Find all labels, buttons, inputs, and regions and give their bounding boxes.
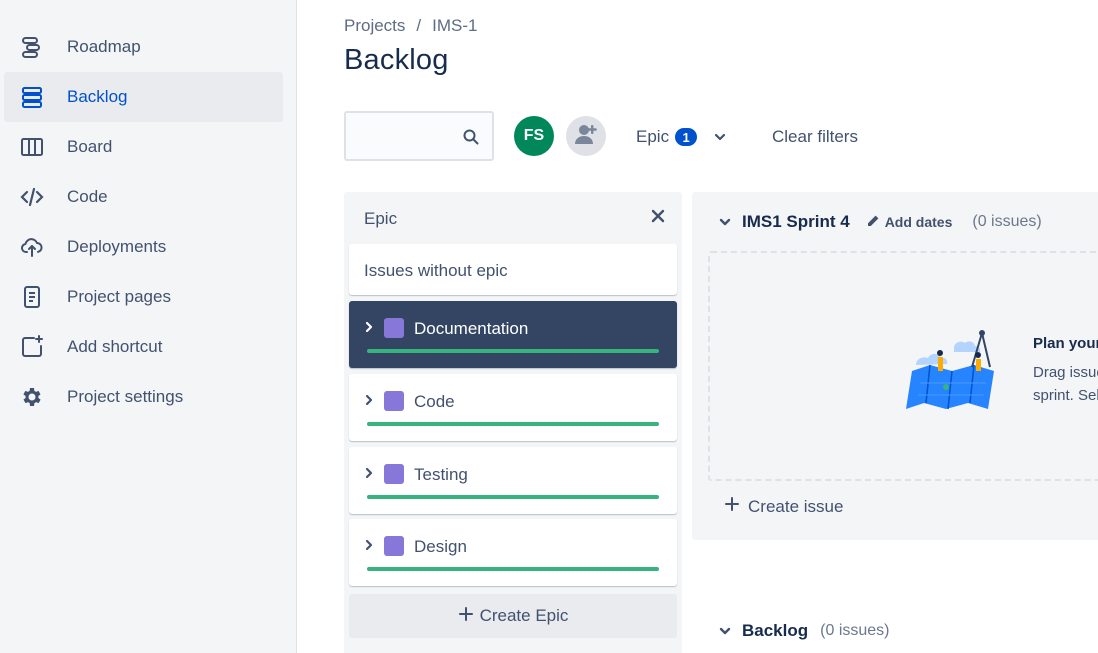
add-people-button[interactable] (566, 116, 606, 156)
issues-without-epic-label: Issues without epic (364, 261, 508, 280)
epic-name: Design (414, 537, 467, 556)
empty-state-text-line: Drag issue (1033, 364, 1098, 381)
avatar-initials: FS (523, 127, 545, 144)
sidebar-item-board[interactable]: Board (4, 122, 283, 172)
chevron-right-icon[interactable] (362, 466, 376, 480)
epic-name: Documentation (414, 319, 529, 338)
sidebar-item-label: Deployments (67, 237, 167, 256)
create-issue-label: Create issue (748, 496, 844, 516)
board-icon (20, 135, 44, 159)
epic-color-swatch (384, 391, 404, 411)
sprint-drop-zone[interactable]: Plan your Drag issue sprint. Sel (708, 251, 1098, 481)
sidebar-item-roadmap[interactable]: Roadmap (4, 22, 283, 72)
chevron-down-icon[interactable] (718, 215, 732, 229)
search-icon[interactable] (462, 128, 480, 146)
chevron-right-icon[interactable] (362, 320, 376, 334)
plus-icon (458, 606, 474, 627)
plan-sprint-illustration (902, 325, 1022, 411)
search-box (344, 111, 494, 161)
epic-progress-bar (367, 422, 659, 426)
chevron-down-icon[interactable] (718, 624, 732, 638)
sidebar-item-label: Board (67, 137, 113, 156)
sidebar-item-label: Roadmap (67, 37, 141, 56)
page-icon (20, 285, 44, 309)
epic-color-swatch (384, 318, 404, 338)
breadcrumb-projects-link[interactable]: Projects (344, 16, 405, 36)
breadcrumb-project-link[interactable]: IMS-1 (432, 16, 477, 36)
sidebar-item-backlog[interactable]: Backlog (4, 72, 283, 122)
sidebar-item-label: Project settings (67, 387, 184, 406)
sidebar-item-code[interactable]: Code (4, 172, 283, 222)
backlog-icon (20, 85, 44, 109)
create-epic-label: Create Epic (479, 606, 569, 625)
epic-filter-dropdown[interactable]: Epic 1 (636, 124, 729, 150)
epic-filter-label: Epic (636, 127, 670, 146)
roadmap-icon (20, 35, 44, 59)
epic-panel-title: Epic (364, 209, 398, 228)
chevron-down-icon (711, 128, 729, 146)
sidebar-item-deployments[interactable]: Deployments (4, 222, 283, 272)
sidebar-item-add-shortcut[interactable]: Add shortcut (4, 322, 283, 372)
sidebar-item-project-pages[interactable]: Project pages (4, 272, 283, 322)
code-icon (20, 185, 44, 209)
filter-count-badge: 1 (675, 128, 698, 146)
breadcrumb-separator: / (416, 16, 422, 35)
close-icon[interactable] (649, 207, 667, 225)
sprint-header: IMS1 Sprint 4 Add dates (0 issues) (718, 212, 1042, 232)
epic-item-design[interactable]: Design (349, 519, 677, 586)
empty-state-text: Drag issue sprint. Sel (1033, 361, 1098, 407)
add-shortcut-icon (20, 335, 44, 359)
create-issue-button[interactable]: Create issue (724, 496, 843, 517)
sidebar-item-project-settings[interactable]: Project settings (4, 372, 283, 422)
clear-filters-button[interactable]: Clear filters (772, 127, 858, 147)
epic-name: Code (414, 392, 455, 411)
epic-item-testing[interactable]: Testing (349, 447, 677, 514)
empty-state-title: Plan your (1033, 335, 1098, 352)
epic-progress-bar (367, 567, 659, 571)
epic-item-code[interactable]: Code (349, 374, 677, 441)
backlog-issue-count: (0 issues) (820, 622, 890, 639)
add-person-icon (573, 122, 599, 151)
pencil-icon (866, 214, 880, 231)
breadcrumb: Projects / IMS-1 (344, 16, 478, 36)
project-sidebar: Roadmap Backlog Board Code Deployments P… (0, 0, 297, 653)
sprint-name: IMS1 Sprint 4 (742, 212, 850, 231)
empty-state-text-line: sprint. Sel (1033, 387, 1098, 404)
gear-icon (20, 385, 44, 409)
sprint-issue-count: (0 issues) (972, 213, 1042, 230)
issues-without-epic-item[interactable]: Issues without epic (349, 244, 677, 295)
sidebar-item-label: Add shortcut (67, 337, 163, 356)
epic-item-documentation[interactable]: Documentation (349, 301, 677, 368)
sidebar-item-label: Code (67, 187, 108, 206)
avatar[interactable]: FS (514, 116, 554, 156)
epic-progress-bar (367, 495, 659, 499)
search-input[interactable] (354, 125, 454, 147)
chevron-right-icon[interactable] (362, 393, 376, 407)
epic-color-swatch (384, 536, 404, 556)
plus-icon (724, 496, 740, 517)
sidebar-nav: Roadmap Backlog Board Code Deployments P… (0, 0, 296, 422)
sidebar-item-label: Project pages (67, 287, 171, 306)
backlog-name: Backlog (742, 621, 809, 640)
chevron-right-icon[interactable] (362, 538, 376, 552)
sprint-panel: IMS1 Sprint 4 Add dates (0 issues) Plan … (692, 192, 1098, 540)
epic-name: Testing (414, 465, 468, 484)
add-dates-button[interactable]: Add dates (866, 214, 953, 231)
backlog-header: Backlog (0 issues) (718, 621, 890, 641)
create-epic-button[interactable]: Create Epic (349, 594, 677, 638)
add-dates-label: Add dates (884, 214, 953, 230)
sidebar-item-label: Backlog (67, 87, 128, 106)
cloud-upload-icon (20, 235, 44, 259)
epic-color-swatch (384, 464, 404, 484)
epic-progress-bar (367, 349, 659, 353)
page-title: Backlog (344, 44, 449, 76)
epic-panel: Epic Issues without epic Documentation C… (344, 192, 682, 653)
